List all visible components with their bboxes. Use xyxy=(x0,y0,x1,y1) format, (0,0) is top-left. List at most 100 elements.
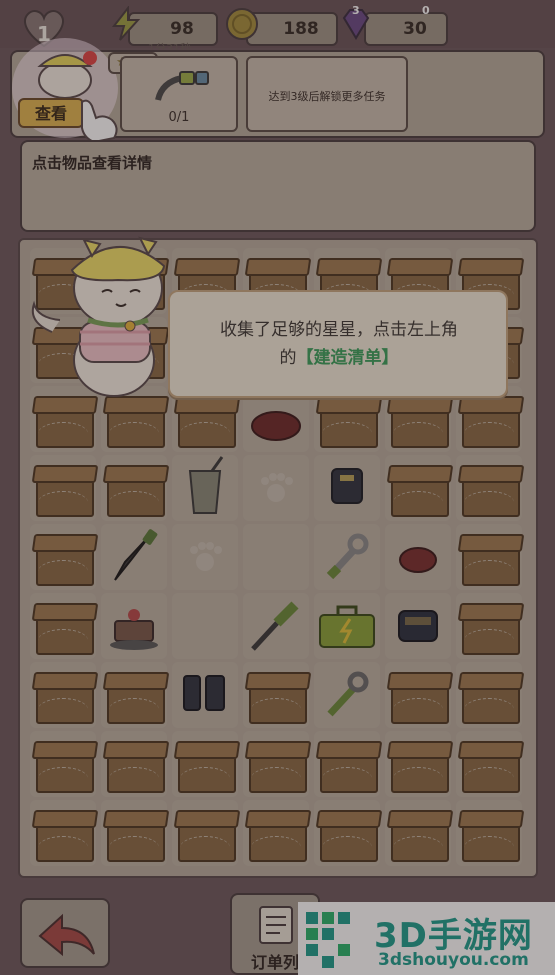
box-lid xyxy=(457,810,525,828)
cardboard-box-cell[interactable] xyxy=(456,800,525,866)
screwdriver-item-cell[interactable] xyxy=(243,593,309,659)
cardboard-box-cell[interactable] xyxy=(30,593,99,659)
box-lid xyxy=(315,396,383,414)
clipboard-icon xyxy=(259,906,293,944)
box-lid xyxy=(386,810,454,828)
coin-icon xyxy=(226,8,258,40)
cobweb xyxy=(109,491,159,514)
gem-counter[interactable]: 30 xyxy=(364,12,448,46)
pointing-hand-icon xyxy=(81,99,118,144)
task-progress: 0/1 xyxy=(168,110,190,125)
back-button[interactable] xyxy=(20,898,110,968)
cardboard-box-cell[interactable] xyxy=(456,662,525,728)
wrench-item-cell[interactable] xyxy=(314,524,380,590)
box-lid xyxy=(315,810,383,828)
box-lid xyxy=(102,465,170,483)
boots-icon xyxy=(183,675,225,711)
task-card[interactable]: 0/1 xyxy=(120,56,238,132)
cardboard-box-cell[interactable] xyxy=(101,662,170,728)
watermark-logo-icon xyxy=(306,912,350,968)
cardboard-box-cell[interactable] xyxy=(243,800,312,866)
cardboard-box-cell[interactable] xyxy=(101,800,170,866)
box-lid xyxy=(386,741,454,759)
empty-cell[interactable] xyxy=(243,524,309,590)
cardboard-box-cell[interactable] xyxy=(385,731,454,797)
cardboard-box-cell[interactable] xyxy=(385,455,454,521)
cardboard-box-cell[interactable] xyxy=(243,662,312,728)
box-lid xyxy=(457,465,525,483)
box-lid xyxy=(31,741,99,759)
cardboard-box-cell[interactable] xyxy=(101,455,170,521)
steak-item-cell[interactable] xyxy=(385,524,451,590)
paw-item-cell[interactable] xyxy=(172,524,238,590)
cardboard-box-cell[interactable] xyxy=(30,455,99,521)
backpack-item-cell[interactable] xyxy=(314,455,380,521)
tutorial-dialog[interactable]: 收集了足够的星星，点击左上角 的【建造清单】 xyxy=(168,290,508,398)
box-lid xyxy=(386,258,454,276)
cat-avatar-icon xyxy=(37,51,97,99)
gem-badge-left: 3 xyxy=(352,4,360,17)
cardboard-box-cell[interactable] xyxy=(172,800,241,866)
cardboard-box-cell[interactable] xyxy=(385,800,454,866)
paw-item-cell[interactable] xyxy=(243,455,309,521)
cardboard-box-cell[interactable] xyxy=(30,662,99,728)
paw-icon xyxy=(190,542,222,571)
cobweb xyxy=(464,560,514,583)
knife-item-cell[interactable] xyxy=(101,524,167,590)
dialog-line-2-prefix: 的 xyxy=(279,348,297,368)
cardboard-box-cell[interactable] xyxy=(456,455,525,521)
empty-cell[interactable] xyxy=(172,593,238,659)
cardboard-box-cell[interactable] xyxy=(243,731,312,797)
box-lid xyxy=(31,465,99,483)
box-lid xyxy=(173,396,241,414)
lightning-icon xyxy=(111,6,141,41)
cobweb xyxy=(180,767,230,790)
box-lid xyxy=(31,810,99,828)
info-panel: 点击物品查看详情 xyxy=(20,140,536,232)
cake-item-cell[interactable] xyxy=(101,593,167,659)
box-lid xyxy=(102,741,170,759)
cobweb xyxy=(393,491,443,514)
cobweb xyxy=(38,491,88,514)
cobweb xyxy=(322,836,372,859)
box-lid xyxy=(457,672,525,690)
dialog-line-2: 的【建造清单】 xyxy=(180,344,498,372)
gem-badge-right: 0 xyxy=(422,4,430,17)
cardboard-box-cell[interactable] xyxy=(30,731,99,797)
cobweb xyxy=(251,698,301,721)
box-lid xyxy=(386,396,454,414)
box-lid xyxy=(102,672,170,690)
cup-item-cell[interactable] xyxy=(172,455,238,521)
cobweb xyxy=(464,836,514,859)
cobweb xyxy=(38,698,88,721)
box-lid xyxy=(31,534,99,552)
cardboard-box-cell[interactable] xyxy=(385,662,454,728)
cobweb xyxy=(109,767,159,790)
wrench2-item-cell[interactable] xyxy=(314,662,380,728)
wrench-icon xyxy=(326,533,369,580)
box-lid xyxy=(244,258,312,276)
pipe-task-icon xyxy=(155,71,209,101)
cobweb xyxy=(322,422,372,445)
cardboard-box-cell[interactable] xyxy=(172,731,241,797)
knife-icon xyxy=(114,529,158,581)
cup-icon xyxy=(188,456,224,514)
dialog-text: 收集了足够的星星，点击左上角 的【建造清单】 xyxy=(180,316,498,372)
cobweb xyxy=(251,767,301,790)
box-lid xyxy=(457,741,525,759)
dialog-line-1: 收集了足够的星星，点击左上角 xyxy=(220,320,458,340)
cardboard-box-cell[interactable] xyxy=(314,731,383,797)
cardboard-box-cell[interactable] xyxy=(30,800,99,866)
cardboard-box-cell[interactable] xyxy=(456,731,525,797)
cardboard-box-cell[interactable] xyxy=(30,524,99,590)
cobweb xyxy=(38,560,88,583)
cardboard-box-cell[interactable] xyxy=(456,524,525,590)
bag-item-cell[interactable] xyxy=(385,593,451,659)
toolbox-item-cell[interactable] xyxy=(314,593,380,659)
boots-item-cell[interactable] xyxy=(172,662,238,728)
cardboard-box-cell[interactable] xyxy=(456,593,525,659)
cardboard-box-cell[interactable] xyxy=(314,800,383,866)
box-lid xyxy=(386,465,454,483)
cardboard-box-cell[interactable] xyxy=(101,731,170,797)
box-lid xyxy=(457,534,525,552)
